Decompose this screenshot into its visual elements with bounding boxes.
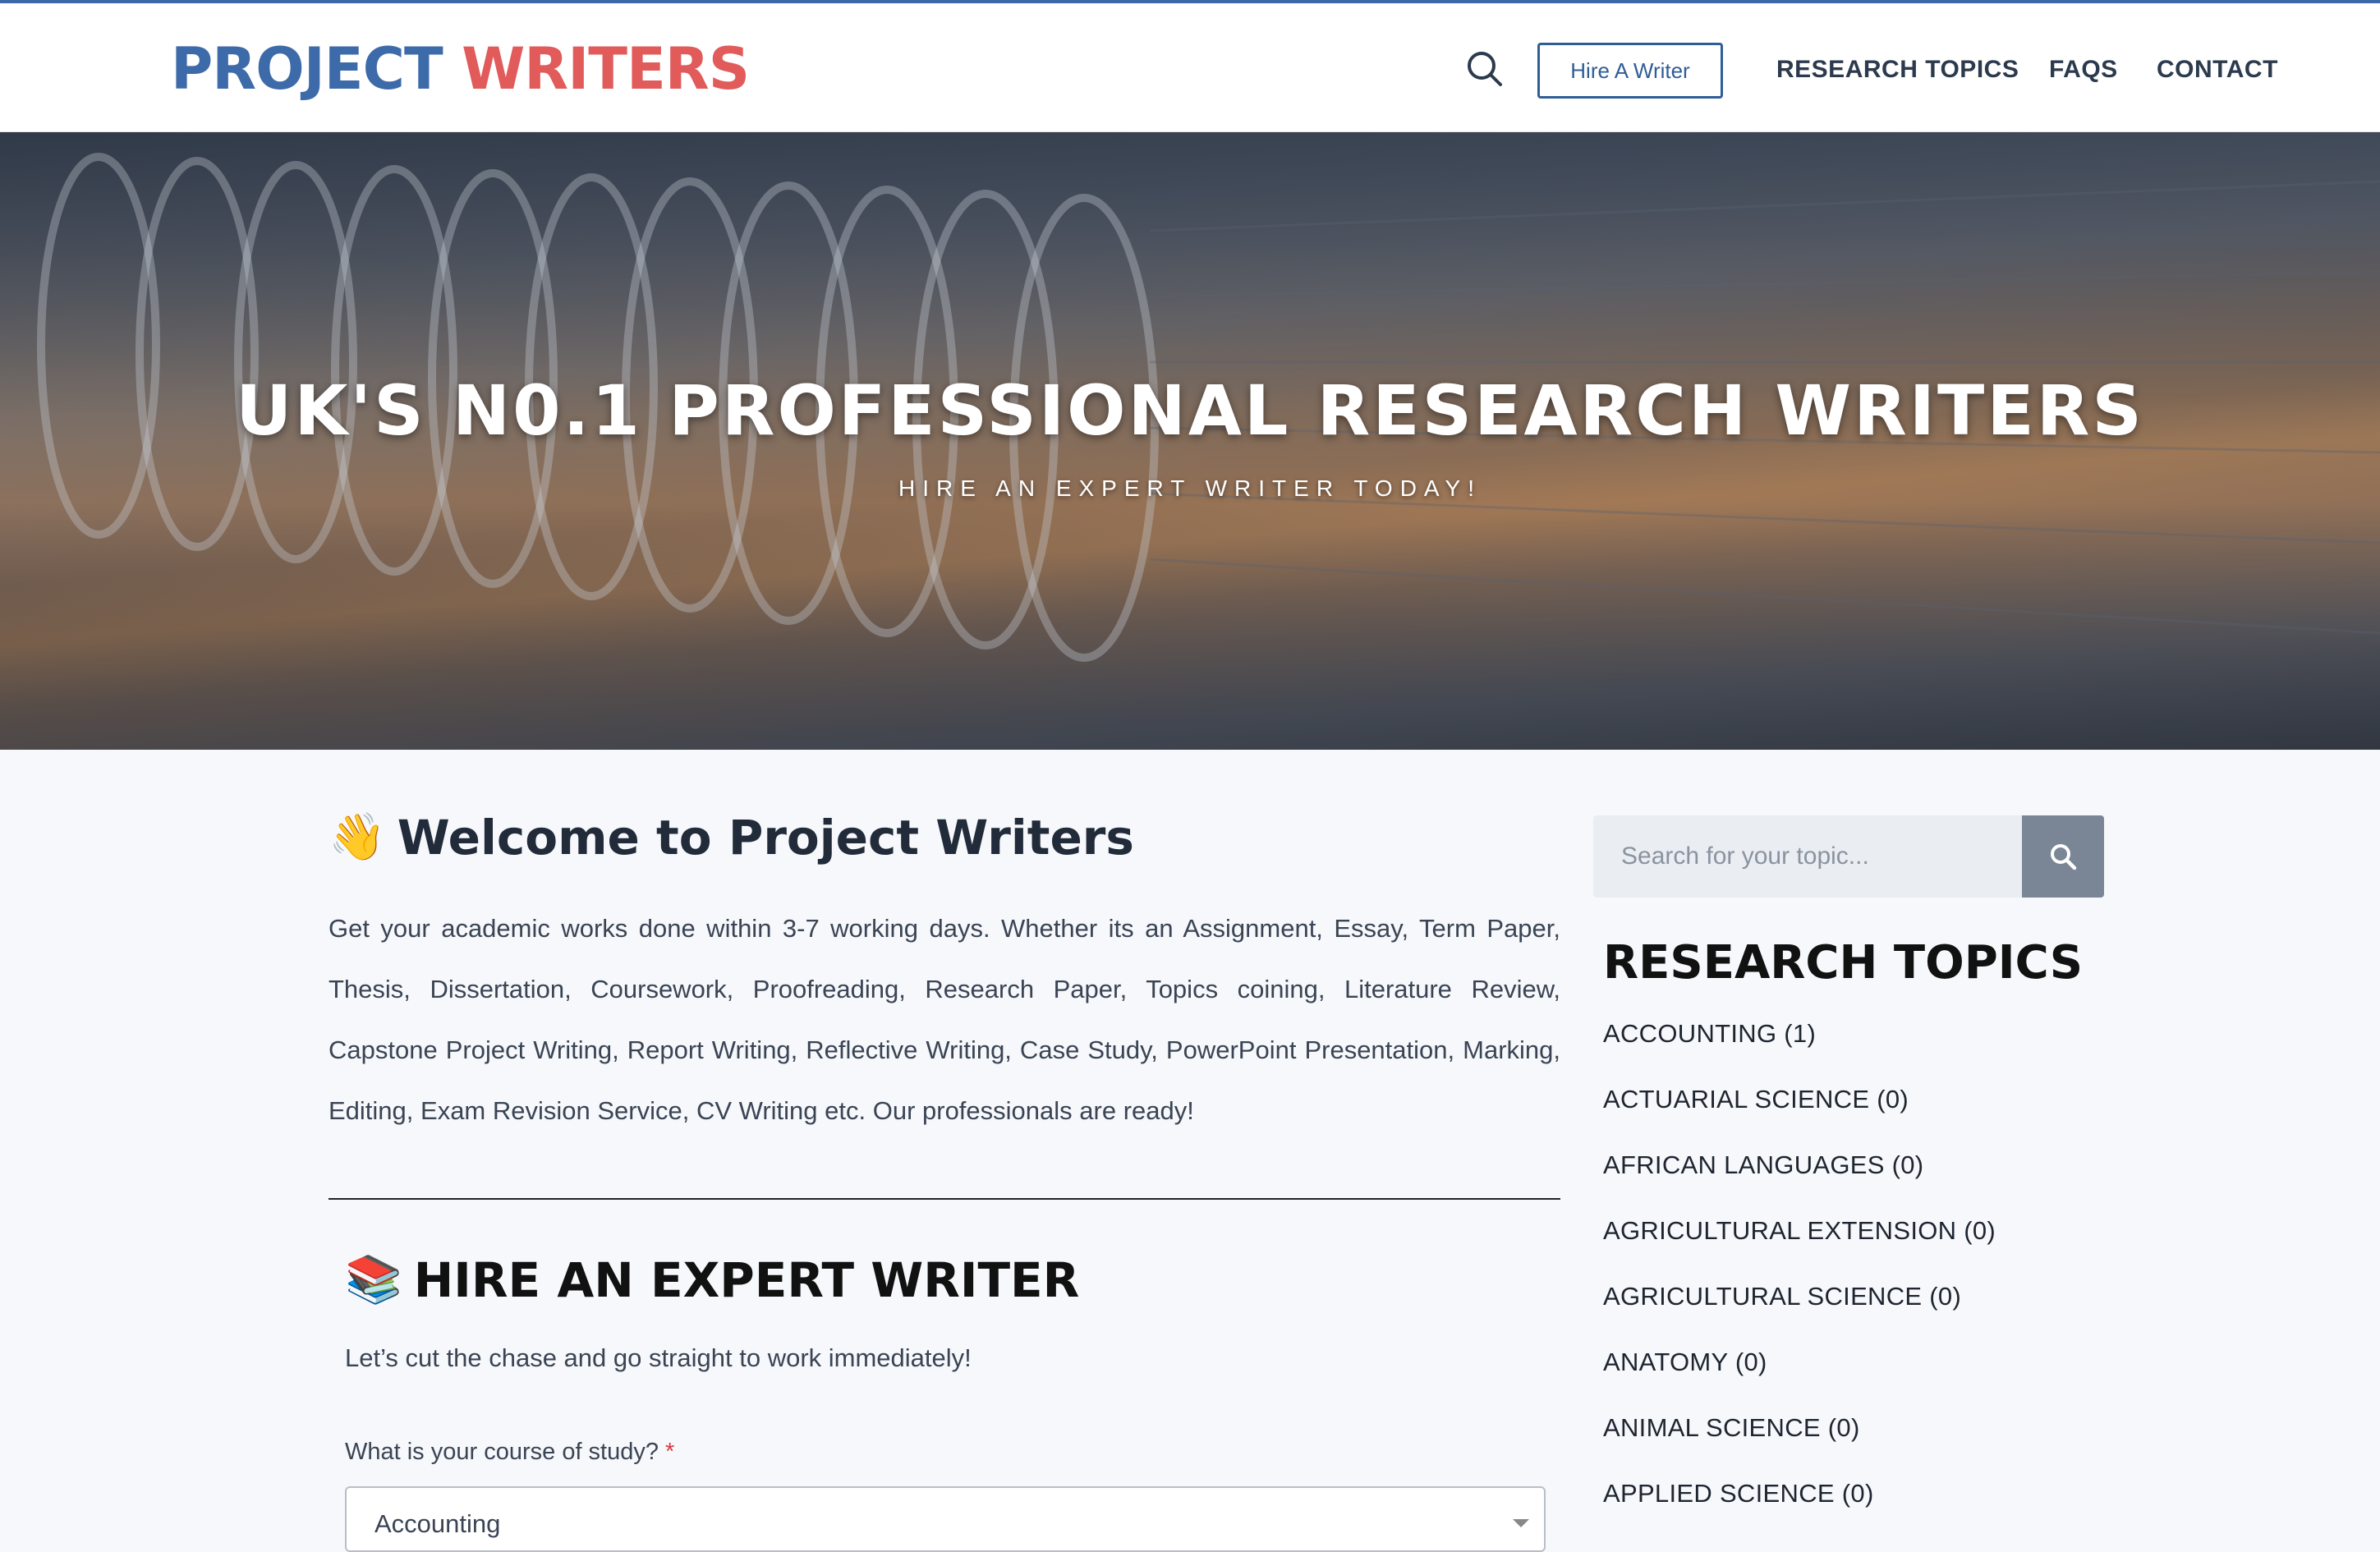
course-select[interactable]: Accounting: [345, 1486, 1546, 1552]
course-select-value: Accounting: [374, 1509, 501, 1538]
site-logo[interactable]: PROJECT WRITERS: [171, 35, 750, 103]
topic-link-african-languages[interactable]: AFRICAN LANGUAGES (0): [1603, 1150, 1923, 1180]
welcome-paragraph: Get your academic works done within 3-7 …: [329, 914, 1560, 1125]
topic-link-agricultural-extension[interactable]: AGRICULTURAL EXTENSION (0): [1603, 1216, 1996, 1246]
hire-heading: 📚 HIRE AN EXPERT WRITER: [345, 1252, 1079, 1308]
sidebar-title: RESEARCH TOPICS: [1603, 936, 2084, 990]
hire-a-writer-button[interactable]: Hire A Writer: [1537, 43, 1723, 99]
topic-link-applied-science[interactable]: APPLIED SCIENCE (0): [1603, 1479, 1874, 1508]
hero-banner: UK'S N0.1 PROFESSIONAL RESEARCH WRITERS …: [0, 132, 2380, 750]
topic-search-input[interactable]: [1593, 815, 2022, 898]
topic-link-agricultural-science[interactable]: AGRICULTURAL SCIENCE (0): [1603, 1282, 1961, 1311]
course-field-label-text: What is your course of study?: [345, 1439, 659, 1465]
welcome-heading: 👋 Welcome to Project Writers: [329, 810, 1134, 866]
hire-heading-text: HIRE AN EXPERT WRITER: [413, 1252, 1080, 1308]
course-field-label: What is your course of study? *: [345, 1439, 674, 1466]
logo-project: PROJECT: [171, 35, 443, 103]
search-icon[interactable]: [1465, 49, 1505, 89]
topic-search-button[interactable]: [2022, 815, 2104, 898]
nav-contact[interactable]: CONTACT: [2157, 56, 2278, 84]
logo-writers: WRITERS: [462, 35, 750, 103]
hero-subtitle: HIRE AN EXPERT WRITER TODAY!: [898, 475, 1482, 501]
chevron-down-icon: [1513, 1519, 1529, 1527]
books-icon: 📚: [345, 1253, 402, 1306]
section-divider: [329, 1198, 1560, 1200]
topic-link-accounting[interactable]: ACCOUNTING (1): [1603, 1019, 1816, 1049]
welcome-heading-text: Welcome to Project Writers: [397, 810, 1134, 866]
site-header: PROJECT WRITERS Hire A Writer RESEARCH T…: [0, 0, 2380, 132]
hero-title: UK'S N0.1 PROFESSIONAL RESEARCH WRITERS: [236, 370, 2144, 451]
required-asterisk: *: [665, 1439, 675, 1465]
hire-intro-text: Let’s cut the chase and go straight to w…: [345, 1343, 972, 1372]
nav-faqs[interactable]: FAQS: [2049, 56, 2118, 84]
nav-research-topics[interactable]: RESEARCH TOPICS: [1776, 56, 2019, 84]
topic-link-actuarial-science[interactable]: ACTUARIAL SCIENCE (0): [1603, 1085, 1909, 1114]
topic-link-anatomy[interactable]: ANATOMY (0): [1603, 1348, 1767, 1377]
search-icon: [2051, 844, 2077, 870]
topic-link-animal-science[interactable]: ANIMAL SCIENCE (0): [1603, 1413, 1860, 1443]
waving-hand-icon: 👋: [329, 810, 386, 864]
